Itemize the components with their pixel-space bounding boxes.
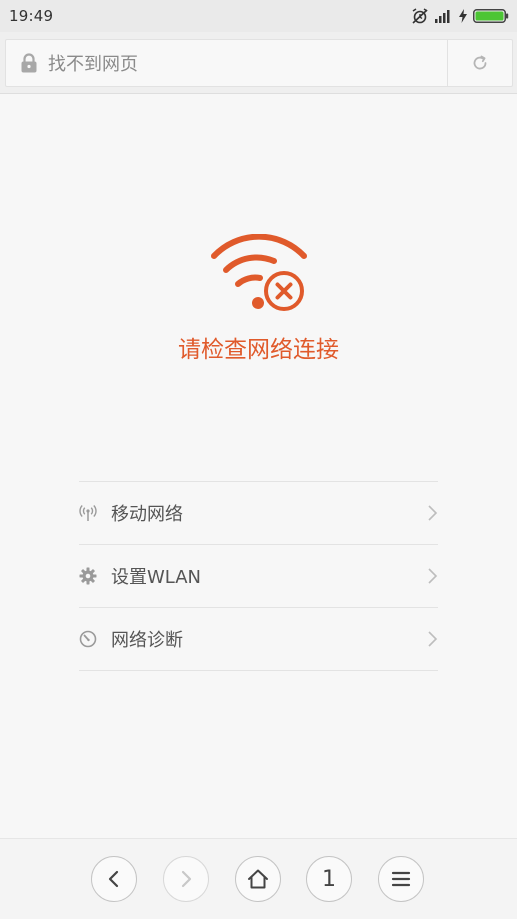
menu-button[interactable]	[378, 856, 424, 902]
option-label: 网络诊断	[111, 630, 183, 651]
chevron-right-icon	[426, 567, 438, 585]
signal-icon	[435, 9, 453, 23]
diagnose-icon	[79, 630, 97, 648]
wifi-error-icon	[208, 233, 310, 314]
charging-icon	[459, 9, 467, 23]
chevron-right-icon	[426, 630, 438, 648]
option-wlan-settings[interactable]: 设置WLAN	[79, 545, 438, 608]
address-bar[interactable]: 找不到网页	[5, 39, 513, 87]
home-icon	[248, 869, 268, 889]
reload-button[interactable]	[448, 40, 512, 86]
reload-icon	[473, 55, 487, 70]
status-bar: 19:49	[0, 0, 517, 32]
bottom-toolbar: 1	[0, 838, 517, 919]
gear-icon	[79, 567, 97, 585]
option-label: 移动网络	[111, 504, 183, 525]
back-button[interactable]	[91, 856, 137, 902]
status-icons	[411, 8, 509, 24]
address-text[interactable]: 找不到网页	[48, 50, 447, 76]
network-options-list: 移动网络 设置WLAN 网络诊断	[79, 481, 438, 671]
tab-count: 1	[322, 866, 336, 892]
status-time: 19:49	[9, 7, 54, 25]
home-button[interactable]	[235, 856, 281, 902]
forward-button[interactable]	[163, 856, 209, 902]
antenna-icon	[79, 504, 97, 522]
address-bar-container: 找不到网页	[0, 32, 517, 94]
forward-icon	[181, 870, 192, 888]
option-label: 设置WLAN	[111, 567, 202, 588]
option-mobile-network[interactable]: 移动网络	[79, 482, 438, 545]
back-icon	[108, 870, 119, 888]
chevron-right-icon	[426, 504, 438, 522]
battery-icon	[473, 9, 509, 23]
menu-icon	[391, 871, 411, 887]
error-message: 请检查网络连接	[178, 337, 339, 363]
tabs-button[interactable]: 1	[306, 856, 352, 902]
alarm-off-icon	[411, 8, 429, 24]
option-network-diagnosis[interactable]: 网络诊断	[79, 608, 438, 671]
lock-icon	[20, 53, 38, 73]
